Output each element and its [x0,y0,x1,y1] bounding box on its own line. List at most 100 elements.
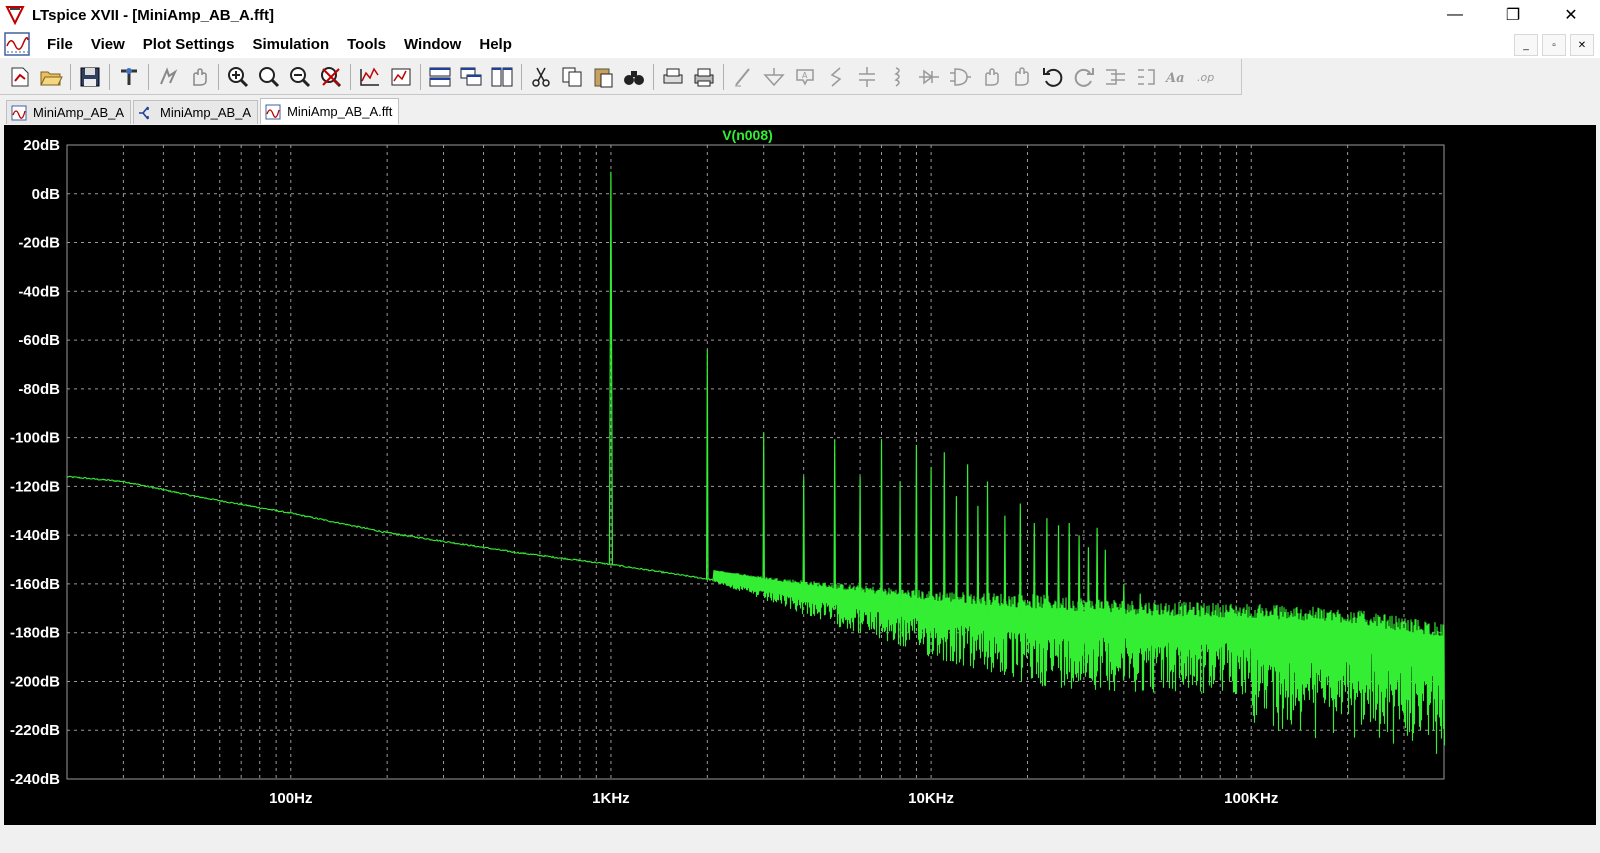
schematic-icon [139,105,149,120]
ground-icon[interactable] [760,63,788,91]
tab-schematic-miniamp[interactable]: MiniAmp_AB_A [133,100,259,124]
cut-icon[interactable] [527,63,555,91]
menu-view[interactable]: View [82,36,134,53]
menu-file[interactable]: File [38,36,82,53]
harmonic-spike [976,505,980,615]
harmonic-spike [986,481,989,616]
find-icon[interactable] [620,63,648,91]
harmonic-spike [1033,522,1036,619]
waveform-icon [11,105,27,120]
harmonic-spike [802,476,805,595]
minimize-button[interactable]: — [1426,0,1484,30]
menu-bar: File View Plot Settings Simulation Tools… [0,30,1600,58]
op-icon-label: .op [1197,71,1214,84]
diode-icon[interactable] [915,63,943,91]
toolbar-separator [70,63,71,90]
y-tick-label: -120dB [10,478,60,495]
trace-title[interactable]: V(n008) [722,127,773,143]
document-waveform-icon[interactable] [4,32,30,56]
tab-waveform-miniamp[interactable]: MiniAmp_AB_A [6,100,132,124]
spice-directive-icon[interactable]: .op [1194,63,1222,91]
new-schematic-icon[interactable] [6,63,34,91]
menu-plot-settings[interactable]: Plot Settings [134,36,244,53]
control-panel-icon[interactable] [115,63,143,91]
window-controls: — ❐ ✕ [1426,0,1600,30]
y-tick-label: 20dB [23,137,60,154]
x-tick-label: 1KHz [592,790,630,807]
window-title: LTspice XVII - [MiniAmp_AB_A.fft] [32,6,274,24]
tab-fft-miniamp[interactable]: MiniAmp_AB_A.fft [260,98,400,124]
tab-label: MiniAmp_AB_A [160,105,252,120]
zoom-in-icon[interactable] [224,63,252,91]
text-icon[interactable]: Aa [1163,63,1191,91]
drag-icon[interactable] [1008,63,1036,91]
cascade-icon[interactable] [457,63,485,91]
mdi-close-button[interactable]: ✕ [1570,34,1594,56]
mdi-restore-button[interactable]: ▫ [1542,34,1566,56]
undo-icon[interactable] [1039,63,1067,91]
document-tabs: MiniAmp_AB_A MiniAmp_AB_A MiniAmp_AB_A.f… [0,96,1600,124]
toolbar-separator [653,63,654,90]
harmonic-spike [1104,549,1107,623]
harmonic-spike [858,476,862,602]
component-icon[interactable] [946,63,974,91]
halt-icon[interactable] [185,63,213,91]
toolbar-separator [420,63,421,90]
toolbar-separator [218,63,219,90]
save-icon[interactable] [76,63,104,91]
status-bar [0,828,1600,853]
menu-window[interactable]: Window [395,36,470,53]
y-tick-label: -20dB [18,235,60,252]
draw-wire-icon[interactable] [729,63,757,91]
toolbar-separator [521,63,522,90]
harmonic-spike [1077,535,1081,622]
harmonic-spike [915,444,918,609]
print-icon[interactable] [690,63,718,91]
x-tick-label: 100KHz [1224,790,1278,807]
rotate-icon[interactable] [1101,63,1129,91]
mirror-icon[interactable] [1132,63,1160,91]
inductor-icon[interactable] [884,63,912,91]
paste-icon[interactable] [589,63,617,91]
harmonic-spike [929,466,933,611]
edit-axis-icon[interactable] [387,63,415,91]
menu-help[interactable]: Help [470,36,521,53]
label-icon[interactable]: A [791,63,819,91]
y-tick-label: -160dB [10,576,60,593]
zoom-full-icon[interactable] [255,63,283,91]
harmonic-spike [1122,583,1126,624]
harmonic-spike [1087,547,1090,622]
move-icon[interactable] [977,63,1005,91]
menu-simulation[interactable]: Simulation [243,36,338,53]
ltspice-app-icon[interactable] [4,4,26,26]
menu-tools[interactable]: Tools [338,36,395,53]
y-tick-label: -140dB [10,527,60,544]
tile-vertical-icon[interactable] [488,63,516,91]
autorange-icon[interactable] [356,63,384,91]
fft-plot-pane[interactable]: 20dB 0dB -20dB -40dB -60dB -80dB -100dB -120dB -… [4,125,1596,825]
mdi-minimize-button[interactable]: _ [1514,34,1538,56]
y-axis-ticks: 20dB 0dB -20dB -40dB -60dB -80dB -100dB -120dB -… [10,137,60,788]
open-icon[interactable] [37,63,65,91]
harmonic-spike [943,452,946,612]
redo-icon[interactable] [1070,63,1098,91]
x-axis-ticks: 100Hz 1KHz 10KHz 100KHz [269,790,1278,807]
y-tick-label: -200dB [10,673,60,690]
copy-icon[interactable] [558,63,586,91]
maximize-button[interactable]: ❐ [1484,0,1542,30]
fft-plot[interactable]: 20dB 0dB -20dB -40dB -60dB -80dB -100dB -120dB -… [4,125,1596,825]
plot-frame [66,144,1445,780]
resistor-icon[interactable] [822,63,850,91]
capacitor-icon[interactable] [853,63,881,91]
zoom-out-icon[interactable] [286,63,314,91]
tile-horizontal-icon[interactable] [426,63,454,91]
toolbar-separator [723,63,724,90]
waveform-icon [265,104,281,119]
print-preview-icon[interactable] [659,63,687,91]
zoom-cancel-icon[interactable] [317,63,345,91]
run-icon[interactable] [154,63,182,91]
toolbar: A Aa .op [0,59,1242,95]
plot-grid [66,144,1445,780]
close-button[interactable]: ✕ [1542,0,1600,30]
x-tick-label: 100Hz [269,790,312,807]
